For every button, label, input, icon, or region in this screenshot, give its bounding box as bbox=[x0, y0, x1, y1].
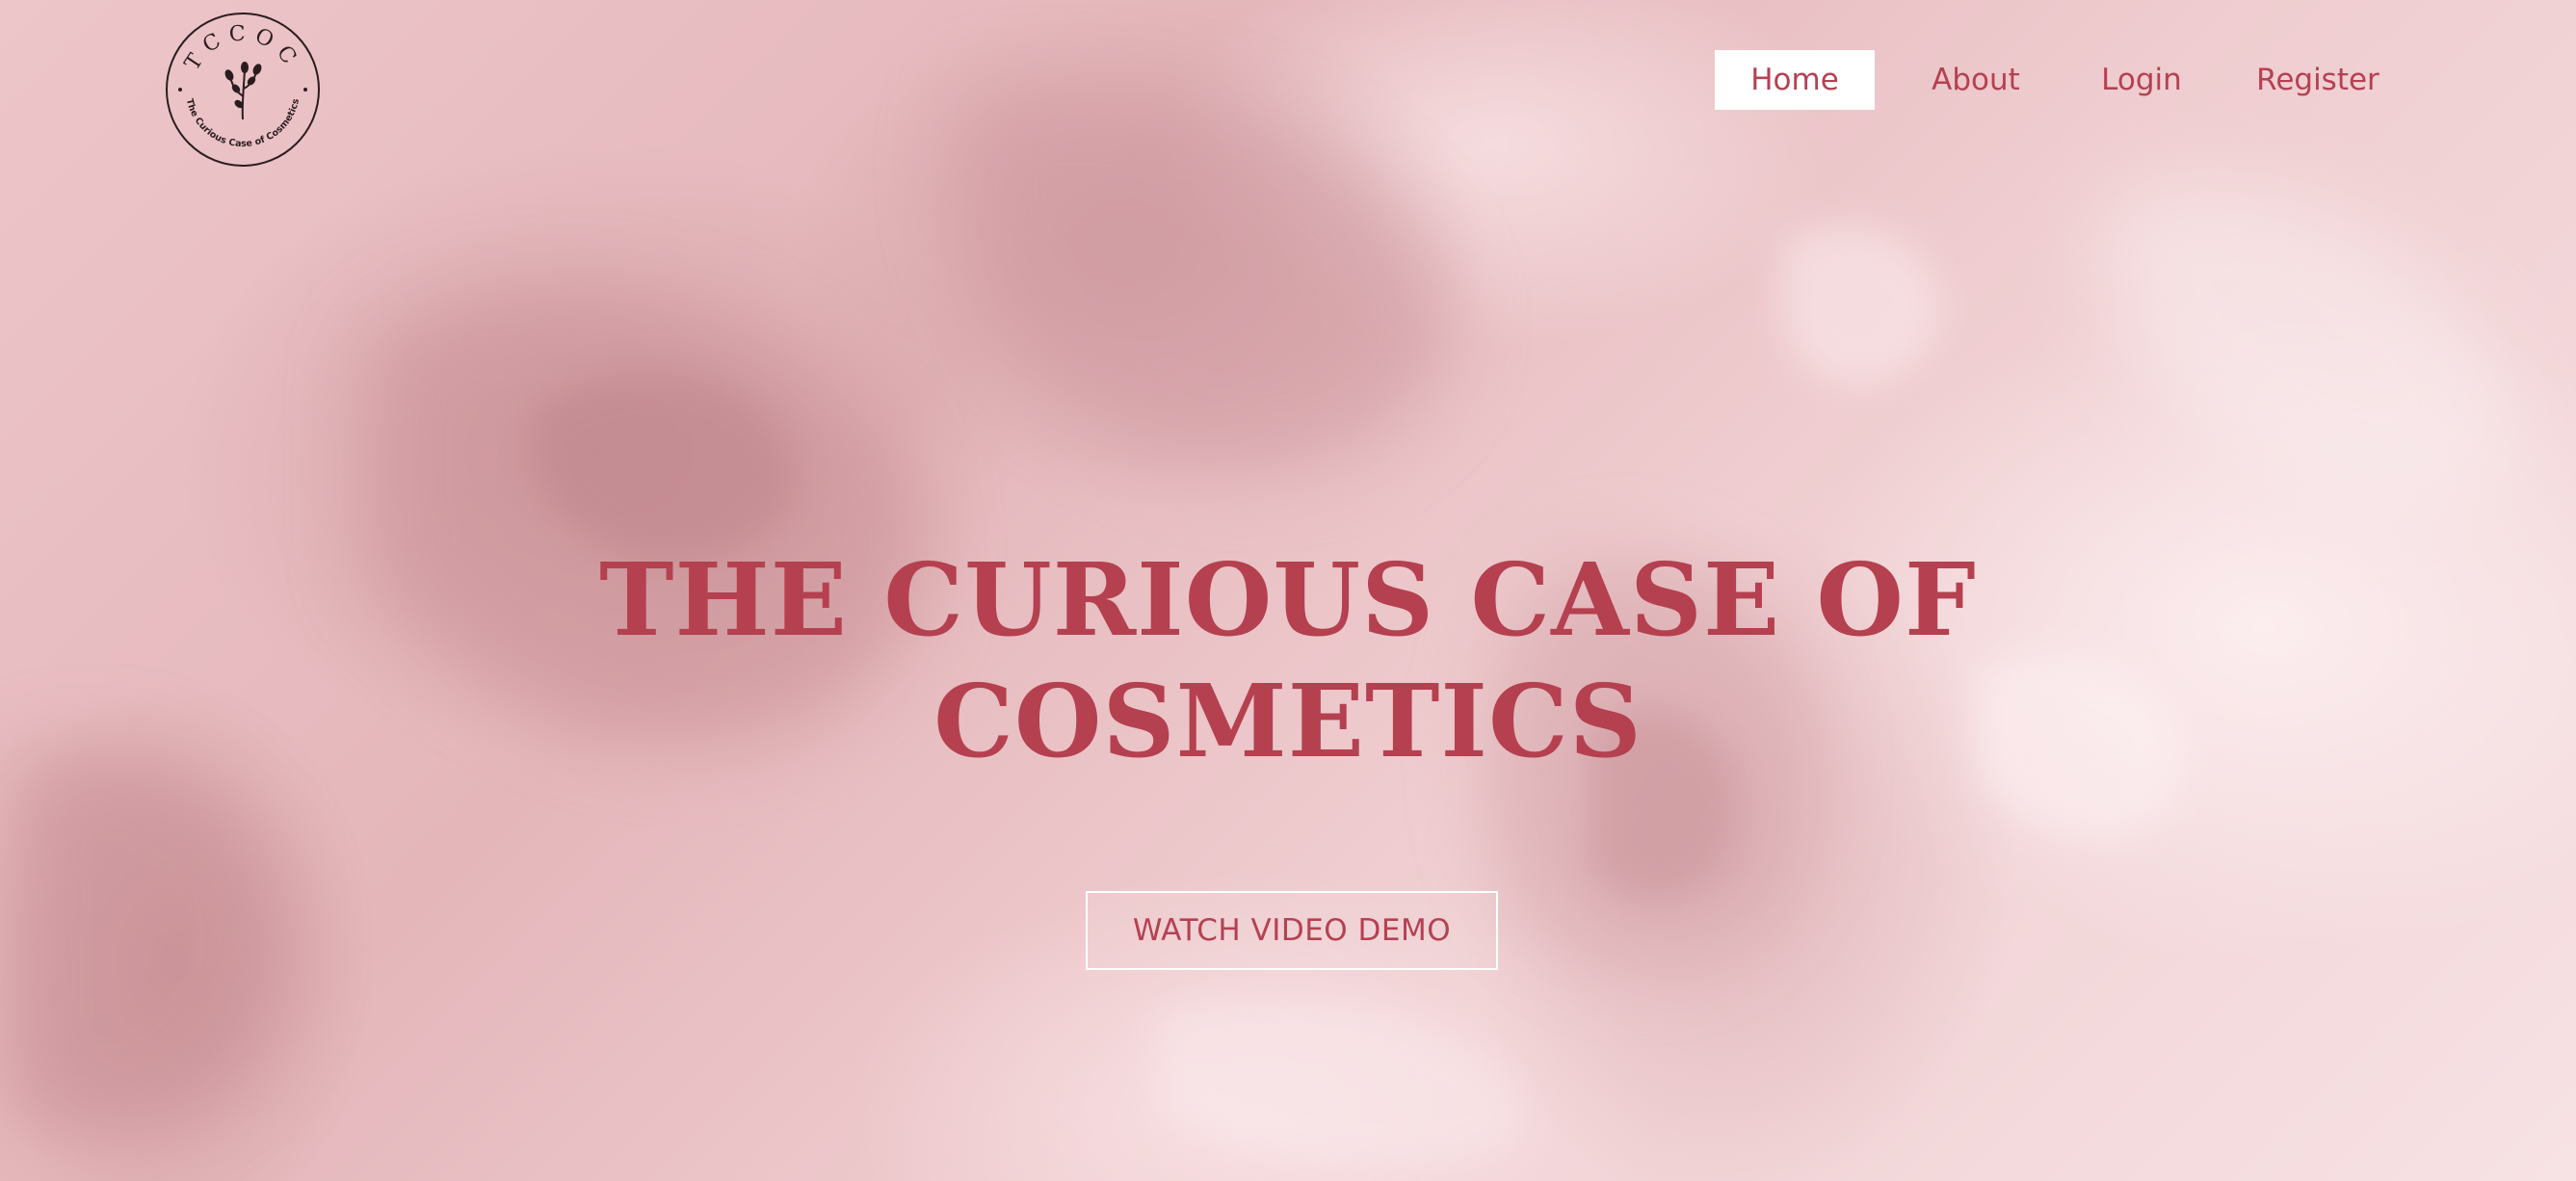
hero-section: TCCOC The Curious Case of Cosmetics Home… bbox=[0, 0, 2576, 1181]
hero-title-line2: COSMETICS bbox=[933, 662, 1643, 780]
brand-logo[interactable]: TCCOC The Curious Case of Cosmetics bbox=[165, 12, 321, 168]
watch-video-demo-button[interactable]: WATCH VIDEO DEMO bbox=[1086, 891, 1498, 970]
logo-emblem-icon: TCCOC The Curious Case of Cosmetics bbox=[166, 13, 320, 167]
hero-title-line1: THE CURIOUS CASE OF bbox=[599, 540, 1977, 659]
nav-home[interactable]: Home bbox=[1715, 50, 1875, 110]
nav-login[interactable]: Login bbox=[2060, 50, 2223, 110]
nav-about[interactable]: About bbox=[1892, 50, 2060, 110]
main-nav: Home About Login Register bbox=[1715, 50, 2412, 110]
hero-title: THE CURIOUS CASE OF COSMETICS bbox=[517, 539, 2059, 782]
nav-register[interactable]: Register bbox=[2223, 50, 2412, 110]
flower-sprig-icon bbox=[224, 62, 262, 120]
